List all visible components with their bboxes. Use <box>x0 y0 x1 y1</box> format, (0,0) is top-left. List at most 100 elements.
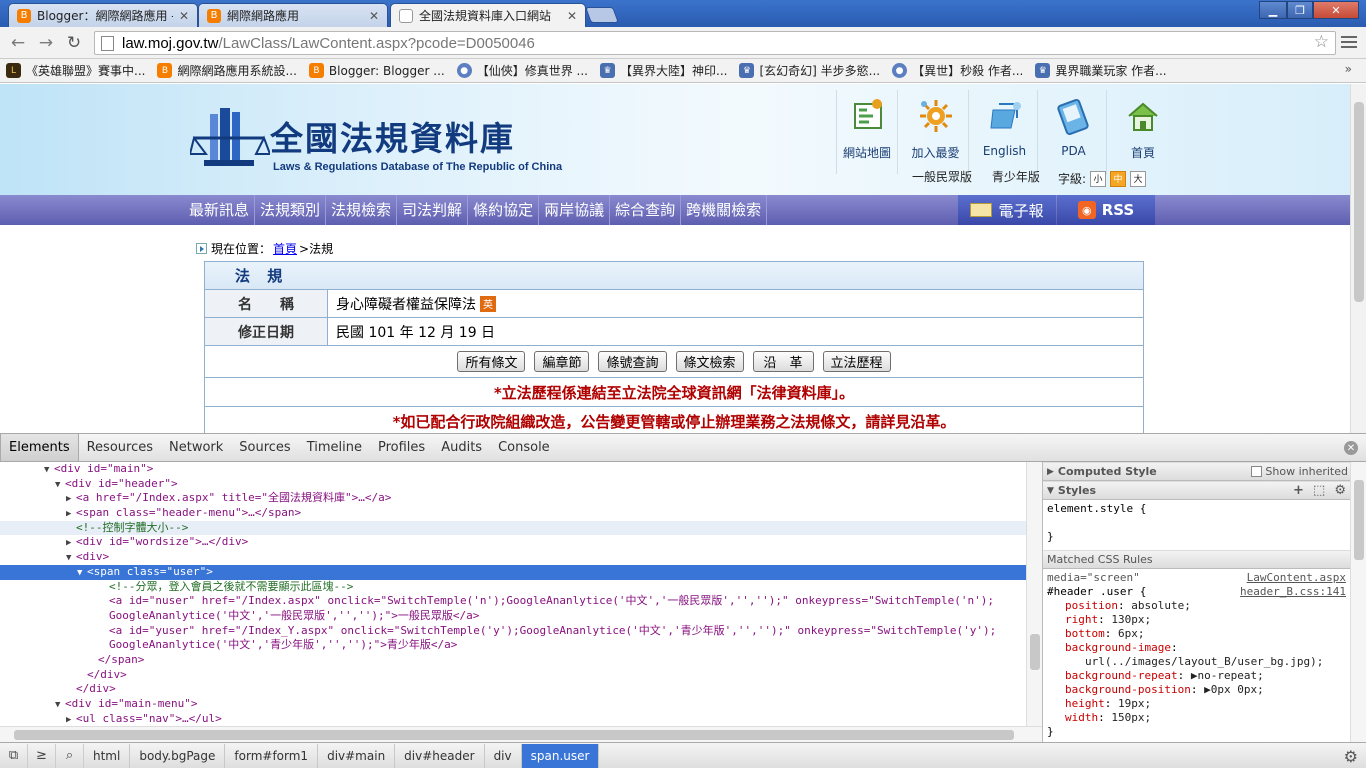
header-menu-sitemap[interactable]: 網站地圖 <box>836 90 898 174</box>
dom-node-line[interactable]: <!--分眾，登入會員之後就不需要顯示此區塊--> <box>0 580 1026 595</box>
scales-logo-icon[interactable] <box>190 102 270 172</box>
collapse-triangle-icon[interactable]: ▼ <box>55 478 65 493</box>
tab-internet-app[interactable]: B 網際網路應用 ✕ <box>198 3 388 27</box>
sidebar-scrollbar[interactable] <box>1350 462 1366 742</box>
dom-node-line[interactable]: ▶ <a href="/Index.aspx" title="全國法規資料庫">…… <box>0 491 1026 506</box>
menu-general-query[interactable]: 綜合查詢 <box>610 195 682 225</box>
menu-law-search[interactable]: 法規檢索 <box>326 195 398 225</box>
article-search-button[interactable]: 條文檢索 <box>675 351 744 372</box>
dom-node-line[interactable]: </span> <box>0 653 1026 668</box>
dom-node-line[interactable]: ▼ <div id="main"> <box>0 462 1026 477</box>
collapse-triangle-icon[interactable]: ▼ <box>44 463 54 478</box>
forward-arrow-icon[interactable]: → <box>36 33 56 53</box>
bookmark-item[interactable]: ♛ 【異界大陸】神印... <box>600 62 727 79</box>
bookmark-item[interactable]: L 《英雄聯盟》賽事中... <box>6 62 145 79</box>
close-icon[interactable]: ✕ <box>179 9 189 23</box>
maximize-button[interactable]: ❐ <box>1287 1 1313 19</box>
tab-blogger[interactable]: B Blogger：網際網路應用 - ✕ <box>8 3 198 27</box>
css-property[interactable]: right: 130px; <box>1047 613 1346 627</box>
gear-icon[interactable]: ⚙ <box>1334 483 1346 498</box>
matched-css-rule[interactable]: media="screen" LawContent.aspx #header .u… <box>1043 569 1350 741</box>
source-link[interactable]: header_B.css:141 <box>1240 585 1346 599</box>
expand-triangle-icon[interactable]: ▶ <box>66 713 76 726</box>
dom-node-line[interactable]: <a id="nuser" href="/Index.aspx" onclick… <box>0 594 1026 609</box>
tab-timeline[interactable]: Timeline <box>299 434 370 461</box>
reload-icon[interactable]: ↻ <box>64 33 84 53</box>
close-icon[interactable]: ✕ <box>369 9 379 23</box>
font-size-medium[interactable]: 中 <box>1110 170 1127 187</box>
bookmark-item[interactable]: ● 【仙俠】修真世界 ... <box>456 62 588 79</box>
bookmark-star-icon[interactable]: ☆ <box>1314 32 1329 52</box>
css-property[interactable]: background-repeat: ▶no-repeat; <box>1047 669 1346 683</box>
dom-node-line[interactable]: ▼ <span class="user"> <box>0 564 1026 581</box>
tab-profiles[interactable]: Profiles <box>370 434 433 461</box>
tab-law-database[interactable]: 全國法規資料庫入口網站 ✕ <box>390 3 586 27</box>
minimize-button[interactable]: ▁ <box>1259 1 1287 19</box>
bookmark-item[interactable]: B 網際網路應用系統設... <box>157 62 297 79</box>
history-button[interactable]: 沿 革 <box>752 351 814 372</box>
tab-audits[interactable]: Audits <box>433 434 490 461</box>
dom-node-line[interactable]: ▼ <div> <box>0 550 1026 565</box>
collapse-triangle-icon[interactable]: ▼ <box>77 566 87 581</box>
menu-cross-strait[interactable]: 兩岸協議 <box>539 195 611 225</box>
element-state-icon[interactable]: ⬚ <box>1313 483 1325 498</box>
chapters-button[interactable]: 編章節 <box>534 351 590 372</box>
css-property[interactable]: height: 19px; <box>1047 697 1346 711</box>
rss-button[interactable]: ◉ RSS <box>1057 195 1155 225</box>
address-bar[interactable]: law.moj.gov.tw/LawClass/LawContent.aspx?… <box>94 31 1336 55</box>
expand-triangle-icon[interactable]: ▶ <box>66 507 76 522</box>
expand-triangle-icon[interactable]: ▶ <box>66 492 76 507</box>
tab-console[interactable]: Console <box>490 434 558 461</box>
back-arrow-icon[interactable]: ← <box>8 33 28 53</box>
styles-header[interactable]: ▼ Styles + ⬚ ⚙ <box>1043 481 1350 500</box>
epaper-button[interactable]: 電子報 <box>958 195 1056 225</box>
dom-breadcrumb-item[interactable]: div#header <box>395 743 485 768</box>
dom-breadcrumb-item[interactable]: html <box>84 743 131 768</box>
new-tab-button[interactable] <box>585 7 619 23</box>
font-size-large[interactable]: 大 <box>1130 170 1147 187</box>
css-property[interactable]: width: 150px; <box>1047 711 1346 725</box>
youth-version-link[interactable]: 青少年版 <box>992 170 1040 184</box>
general-public-link[interactable]: 一般民眾版 <box>912 170 972 184</box>
collapse-triangle-icon[interactable]: ▼ <box>55 698 65 713</box>
header-menu-favorite[interactable]: 加入最愛 <box>903 90 969 174</box>
menu-law-categories[interactable]: 法規類別 <box>255 195 327 225</box>
show-inherited-checkbox[interactable] <box>1251 466 1263 477</box>
dom-breadcrumb-item[interactable]: form#form1 <box>225 743 319 768</box>
css-property[interactable]: position: absolute; <box>1047 599 1346 613</box>
menu-latest-news[interactable]: 最新訊息 <box>184 195 256 225</box>
computed-style-header[interactable]: ▶ Computed Style Show inherited <box>1043 462 1350 481</box>
page-scrollbar[interactable] <box>1350 84 1366 433</box>
font-size-small[interactable]: 小 <box>1090 170 1107 187</box>
site-title[interactable]: 全國法規資料庫 <box>270 112 515 160</box>
header-menu-english[interactable]: English <box>972 90 1038 174</box>
window-close-button[interactable]: ✕ <box>1313 1 1359 19</box>
dom-node-line[interactable]: ▶ <span class="header-menu">…</span> <box>0 506 1026 521</box>
bookmark-item[interactable]: ♛ [玄幻奇幻] 半步多慾... <box>739 62 880 79</box>
dom-breadcrumb-item[interactable]: body.bgPage <box>130 743 226 768</box>
console-drawer-icon[interactable]: ≥ <box>28 743 56 768</box>
dom-breadcrumb-item[interactable]: div <box>485 743 522 768</box>
search-icon[interactable]: ⌕ <box>56 743 84 768</box>
tab-elements[interactable]: Elements <box>0 434 79 461</box>
add-rule-icon[interactable]: + <box>1293 483 1304 498</box>
expand-triangle-icon[interactable]: ▶ <box>66 536 76 551</box>
collapse-triangle-icon[interactable]: ▼ <box>66 551 76 566</box>
dom-horizontal-scrollbar[interactable] <box>0 726 1042 742</box>
gear-icon[interactable]: ⚙ <box>1344 747 1358 766</box>
article-number-query-button[interactable]: 條號查詢 <box>598 351 667 372</box>
dom-node-line[interactable]: ▼ <div id="main-menu"> <box>0 697 1026 712</box>
dom-node-line[interactable]: </div> <box>0 668 1026 683</box>
tab-sources[interactable]: Sources <box>231 434 298 461</box>
header-menu-pda[interactable]: PDA <box>1041 90 1107 174</box>
dom-node-line[interactable]: <a id="yuser" href="/Index_Y.aspx" oncli… <box>0 624 1026 639</box>
source-link[interactable]: LawContent.aspx <box>1247 571 1346 585</box>
bookmark-item[interactable]: B Blogger: Blogger ... <box>308 63 445 78</box>
bookmark-item[interactable]: ● 【異世】秒殺 作者... <box>892 62 1023 79</box>
menu-cross-agency[interactable]: 跨機關檢索 <box>681 195 768 225</box>
english-version-badge[interactable]: 英 <box>480 295 496 312</box>
breadcrumb-home-link[interactable]: 首頁 <box>273 240 297 257</box>
menu-treaties[interactable]: 條約協定 <box>468 195 540 225</box>
dom-node-line[interactable]: <!--控制字體大小--> <box>0 520 1026 536</box>
close-icon[interactable]: ✕ <box>1344 441 1358 455</box>
